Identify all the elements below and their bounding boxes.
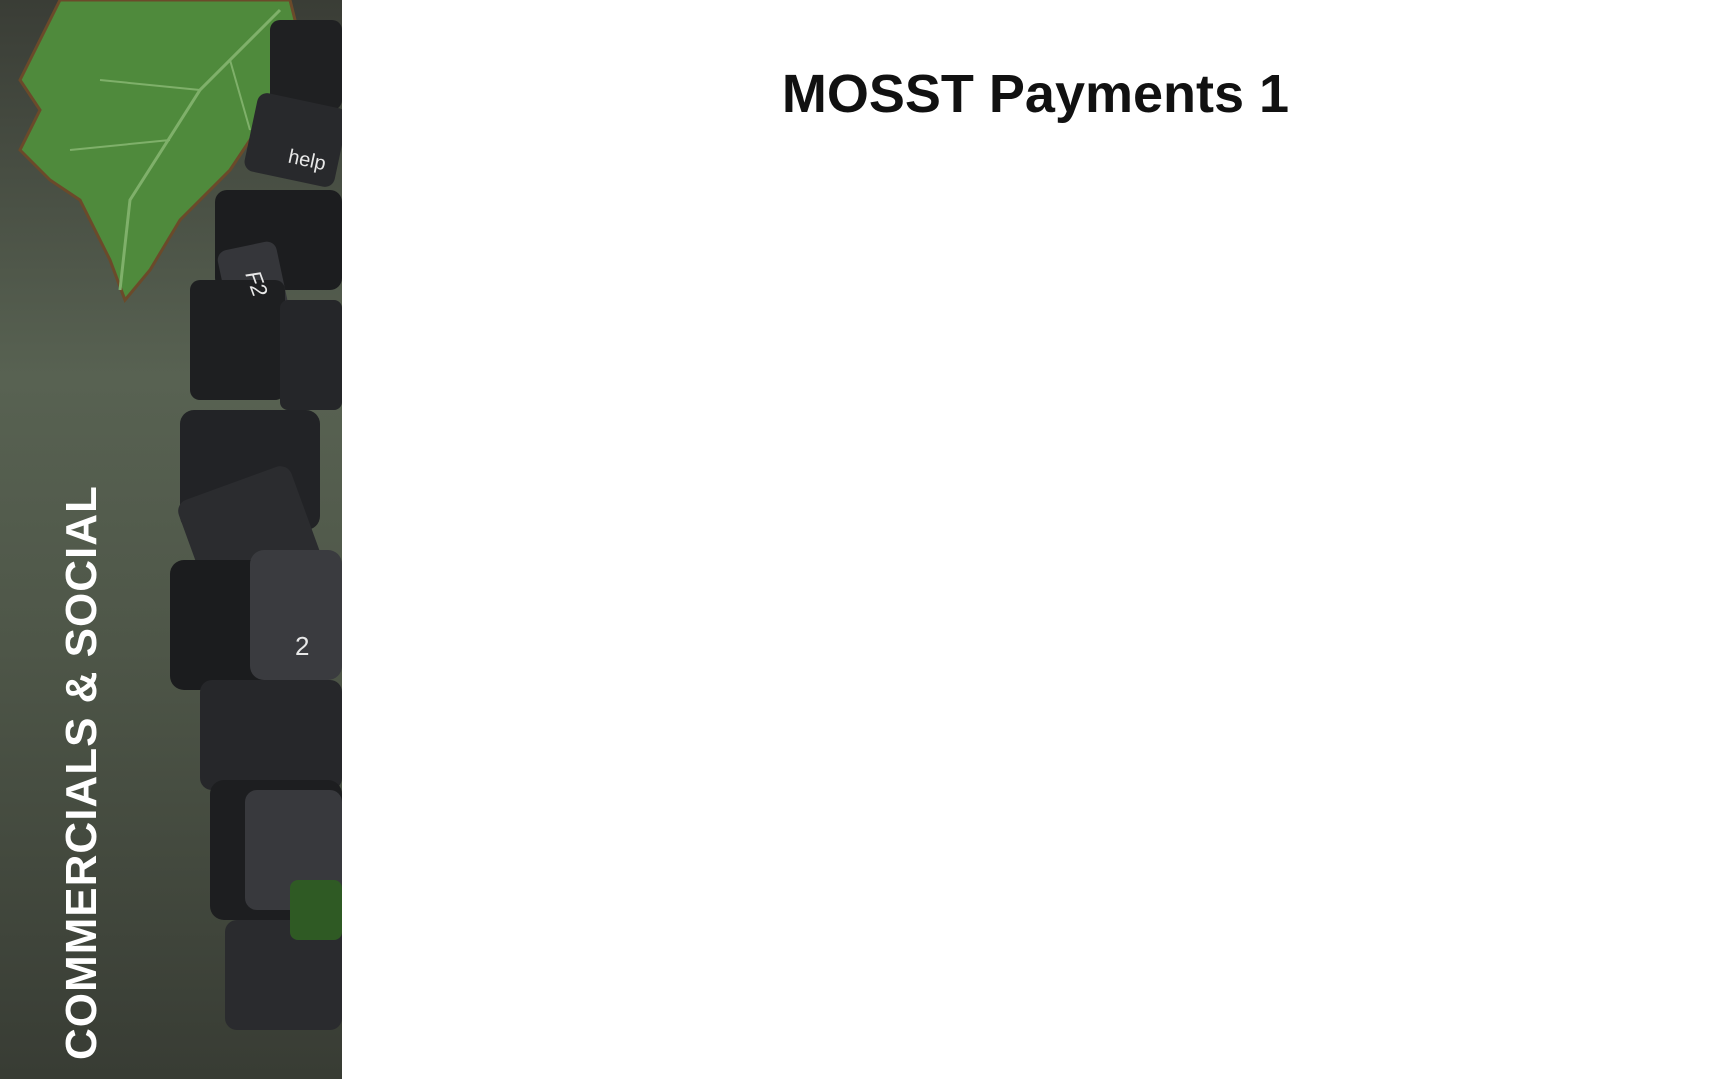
side-image-panel: help F2 2 COMMERCIALS & SOCIAL [0,0,342,1079]
keyboard-keys-leaf-photo: help F2 2 [18,0,342,1030]
slide-content: MOSST Payments 1 [342,0,1729,1079]
two-key-label: 2 [295,631,309,661]
page-title: MOSST Payments 1 [781,64,1290,124]
slide-page: help F2 2 COMMERCIALS & SOCIAL MOSST Pay… [0,0,1729,1079]
section-label: COMMERCIALS & SOCIAL [57,485,106,1060]
